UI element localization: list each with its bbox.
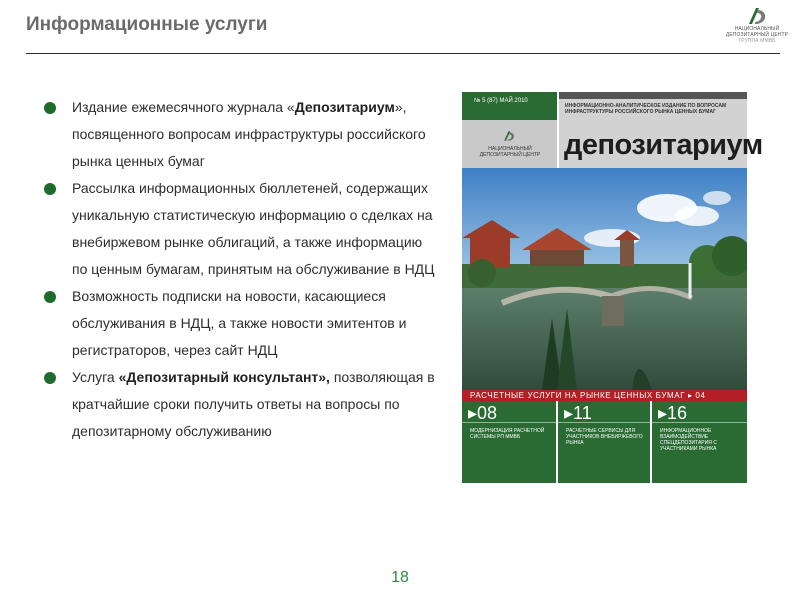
ndc-logo-icon (749, 8, 766, 24)
bullet-bold: Депозитариум (294, 99, 395, 115)
list-item: Возможность подписки на новости, касающи… (44, 283, 439, 364)
logo-line-3: ГРУППА ММВБ (738, 38, 776, 44)
bullet-icon (44, 102, 56, 114)
bullet-text: Возможность подписки на новости, касающи… (72, 288, 407, 358)
cover-article: ▸16 ИНФОРМАЦИОННОЕ ВЗАИМОДЕЙСТВИЕ СПЕЦДЕ… (650, 401, 747, 483)
cover-issue: № 5 (87) МАЙ 2010 (462, 92, 557, 120)
cover-article-divider (462, 422, 556, 423)
slide-title: Информационные услуги (26, 14, 268, 35)
cover-name: депозитариум (564, 129, 763, 161)
cover-article-text: ИНФОРМАЦИОННОЕ ВЗАИМОДЕЙСТВИЕ СПЕЦДЕПОЗИ… (660, 428, 717, 452)
bullet-icon (44, 291, 56, 303)
cover-subtitle: ИНФОРМАЦИОННО-АНАЛИТИЧЕСКОЕ ИЗДАНИЕ ПО В… (565, 103, 727, 115)
cover-article: ▸11 РАСЧЕТНЫЕ СЕРВИСЫ ДЛЯ УЧАСТНИКОВ ВНЕ… (556, 401, 650, 483)
page-number: 18 (391, 569, 409, 586)
cover-article: ▸08 МОДЕРНИЗАЦИЯ РАСЧЕТНОЙ СИСТЕМЫ РП ММ… (462, 401, 556, 483)
cover-masthead: ИНФОРМАЦИОННО-АНАЛИТИЧЕСКОЕ ИЗДАНИЕ ПО В… (559, 99, 763, 168)
cover-band: РАСЧЕТНЫЕ УСЛУГИ НА РЫНКЕ ЦЕННЫХ БУМАГ ▸… (462, 390, 747, 401)
cover-article-number: ▸11 (564, 403, 592, 423)
bullet-icon (44, 372, 56, 384)
list-item: Издание ежемесячного журнала «Депозитари… (44, 94, 439, 175)
cover-contents: ▸08 МОДЕРНИЗАЦИЯ РАСЧЕТНОЙ СИСТЕМЫ РП ММ… (462, 401, 747, 483)
bullet-text: Услуга (72, 369, 119, 385)
cover-article-divider (652, 422, 747, 423)
ndc-logo: НАЦИОНАЛЬНЫЙ ДЕПОЗИТАРНЫЙ ЦЕНТР ГРУППА М… (722, 6, 792, 48)
cover-article-text: РАСЧЕТНЫЕ СЕРВИСЫ ДЛЯ УЧАСТНИКОВ ВНЕБИРЖ… (566, 428, 643, 446)
bullet-bold: «Депозитарный консультант», (118, 369, 330, 385)
bullet-text: Рассылка информационных бюллетеней, соде… (72, 180, 435, 277)
cover-logo-box: НАЦИОНАЛЬНЫЙ ДЕПОЗИТАРНЫЙ ЦЕНТР (462, 120, 557, 168)
cover-logo-icon (504, 131, 514, 141)
services-list: Издание ежемесячного журнала «Депозитари… (44, 94, 439, 445)
cover-top-strip (559, 92, 747, 99)
list-item: Услуга «Депозитарный консультант», позво… (44, 364, 439, 445)
bullet-text: Издание ежемесячного журнала « (72, 99, 295, 115)
cover-mini-logo: НАЦИОНАЛЬНЫЙ ДЕПОЗИТАРНЫЙ ЦЕНТР (479, 146, 541, 158)
cover-photo (462, 168, 747, 390)
cover-header: № 5 (87) МАЙ 2010 НАЦИОНАЛЬНЫЙ ДЕПОЗИТАР… (462, 92, 763, 168)
bullet-icon (44, 183, 56, 195)
magazine-cover: № 5 (87) МАЙ 2010 НАЦИОНАЛЬНЫЙ ДЕПОЗИТАР… (462, 92, 763, 483)
cover-article-text: МОДЕРНИЗАЦИЯ РАСЧЕТНОЙ СИСТЕМЫ РП ММВБ (470, 428, 545, 440)
list-item: Рассылка информационных бюллетеней, соде… (44, 175, 439, 283)
cover-article-number: ▸08 (468, 403, 498, 423)
cover-article-number: ▸16 (658, 403, 688, 423)
header-divider (26, 53, 780, 54)
cover-article-divider (558, 422, 650, 423)
